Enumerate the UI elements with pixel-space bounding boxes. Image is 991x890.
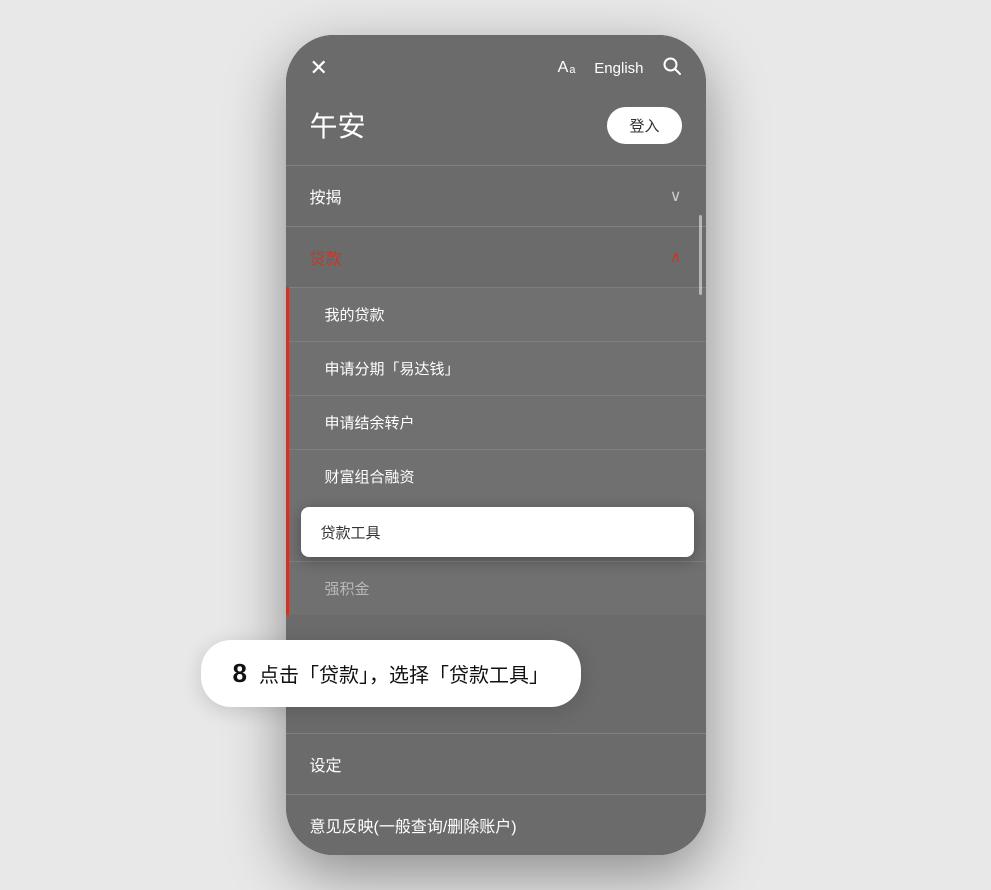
menu-label-贷款: 贷款 xyxy=(310,245,342,269)
submenu-label-申请分期: 申请分期「易达钱」 xyxy=(325,361,460,378)
bottom-menu-item-意见反映[interactable]: 意见反映(一般查询/删除账户) xyxy=(286,794,706,855)
phone-frame: ✕ Aₐ English 午安 登入 xyxy=(286,35,706,855)
submenu-item-申请结余[interactable]: 申请结余转户 xyxy=(289,395,706,449)
font-size-icon[interactable]: Aₐ xyxy=(558,59,577,77)
top-bar: ✕ Aₐ English xyxy=(286,35,706,93)
submenu-label-申请结余: 申请结余转户 xyxy=(325,415,415,432)
submenu-label-强积金: 强积金 xyxy=(325,581,370,598)
submenu-item-财富组合融资[interactable]: 财富组合融资 xyxy=(289,449,706,503)
login-button[interactable]: 登入 xyxy=(607,107,681,144)
greeting-row: 午安 登入 xyxy=(286,93,706,165)
submenu-label-贷款工具: 贷款工具 xyxy=(321,525,381,542)
chevron-down-icon: ∨ xyxy=(670,186,682,206)
submenu-item-贷款工具[interactable]: 贷款工具 xyxy=(301,507,694,557)
bottom-section: 设定 意见反映(一般查询/删除账户) xyxy=(286,733,706,855)
step-tooltip: 8 点击「贷款」，选择「贷款工具」 xyxy=(201,640,581,707)
submenu-贷款: 我的贷款 申请分期「易达钱」 申请结余转户 财富组合融资 贷款工具 xyxy=(286,287,706,615)
scrollbar[interactable] xyxy=(699,215,702,295)
submenu-label-我的贷款: 我的贷款 xyxy=(325,307,385,324)
greeting-text: 午安 xyxy=(310,105,366,145)
menu-item-按揭[interactable]: 按揭 ∨ xyxy=(286,165,706,226)
menu-container: 按揭 ∨ 贷款 ∧ 我的贷款 申请分期「易达钱」 xyxy=(286,165,706,615)
submenu-item-强积金[interactable]: 强积金 xyxy=(289,561,706,615)
phone-wrapper: ✕ Aₐ English 午安 登入 xyxy=(286,35,706,855)
submenu-label-财富组合融资: 财富组合融资 xyxy=(325,469,415,486)
bottom-menu-label-意见反映: 意见反映(一般查询/删除账户) xyxy=(310,813,517,837)
top-right-controls: Aₐ English xyxy=(558,56,682,81)
search-icon[interactable] xyxy=(662,56,682,81)
bottom-menu-label-设定: 设定 xyxy=(310,752,342,776)
close-button[interactable]: ✕ xyxy=(310,55,328,81)
menu-item-贷款[interactable]: 贷款 ∧ xyxy=(286,226,706,287)
step-text: 点击「贷款」，选择「贷款工具」 xyxy=(259,659,549,688)
submenu-item-申请分期[interactable]: 申请分期「易达钱」 xyxy=(289,341,706,395)
bottom-menu-item-设定[interactable]: 设定 xyxy=(286,733,706,794)
language-selector[interactable]: English xyxy=(594,60,643,77)
phone-screen: ✕ Aₐ English 午安 登入 xyxy=(286,35,706,855)
step-number: 8 xyxy=(233,658,247,689)
submenu-item-我的贷款[interactable]: 我的贷款 xyxy=(289,287,706,341)
chevron-up-icon: ∧ xyxy=(670,247,682,267)
menu-label-按揭: 按揭 xyxy=(310,184,342,208)
